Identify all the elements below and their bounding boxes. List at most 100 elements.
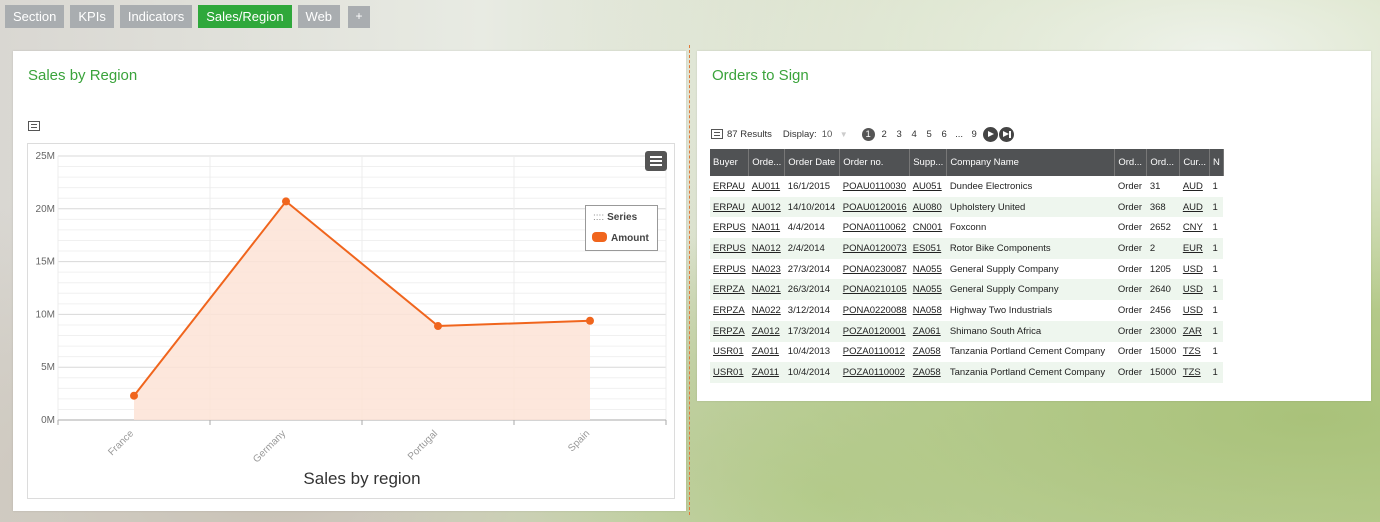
cell-link[interactable]: AUD — [1179, 196, 1210, 218]
table-cell: 15000 — [1149, 346, 1177, 358]
cell-link[interactable]: USD — [1180, 300, 1210, 321]
cell-link[interactable]: PONA0210105 — [839, 279, 910, 301]
tab-sales-region[interactable]: Sales/Region — [198, 5, 292, 28]
table-row[interactable]: ERPZA ZA012 17/3/2014 POZA0120001 ZA061 Shima… — [710, 320, 1224, 342]
table-cell: 27/3/2014 — [787, 263, 831, 275]
cell-link[interactable]: ZA011 — [749, 342, 785, 363]
column-header[interactable]: Company Name — [946, 149, 1116, 176]
toggle-view-icon[interactable] — [28, 121, 40, 131]
cell-link[interactable]: NA011 — [749, 217, 785, 238]
column-header[interactable]: Order Date — [784, 149, 841, 176]
column-header[interactable]: Orde... — [748, 149, 786, 176]
table-row[interactable]: USR01 ZA011 10/4/2013 POZA0110012 ZA058 Tanza… — [710, 342, 1223, 363]
page-link[interactable]: 3 — [892, 129, 907, 140]
tab-section[interactable]: Section — [5, 5, 65, 28]
page-link[interactable]: 1 — [861, 127, 875, 141]
pagination: 1 2 3 4 5 6... 9 — [861, 127, 982, 141]
cell-link[interactable]: AU012 — [748, 196, 785, 218]
data-point[interactable] — [282, 197, 290, 206]
cell-link[interactable]: USD — [1179, 279, 1210, 301]
cell-link[interactable]: PONA0220088 — [840, 300, 910, 321]
table-row[interactable]: ERPZA NA022 3/12/2014 PONA0220088 NA058 Highw… — [710, 300, 1223, 321]
table-row[interactable]: ERPUS NA023 27/3/2014 PONA0230087 NA055 Gener… — [710, 259, 1223, 280]
cell-link[interactable]: ZA011 — [748, 362, 785, 383]
data-point[interactable] — [130, 391, 138, 400]
column-header[interactable]: Cur... — [1179, 149, 1211, 176]
column-header[interactable]: Supp... — [909, 149, 948, 176]
data-point[interactable] — [434, 322, 442, 331]
tab-kpis[interactable]: KPIs — [70, 5, 114, 28]
cell-link[interactable]: AU011 — [749, 176, 785, 197]
cell-link[interactable]: CNY — [1180, 217, 1210, 238]
column-header[interactable]: Ord... — [1114, 149, 1148, 176]
cell-link[interactable]: TZS — [1179, 362, 1210, 383]
cell-link[interactable]: ERPUS — [710, 238, 749, 259]
cell-link[interactable]: POZA0120001 — [839, 320, 910, 342]
cell-link[interactable]: TZS — [1180, 342, 1210, 363]
data-point[interactable] — [586, 316, 594, 325]
cell-link[interactable]: PONA0110062 — [840, 217, 910, 238]
column-header[interactable]: Order no. — [839, 149, 911, 176]
cell-link[interactable]: USR01 — [710, 362, 749, 383]
cell-link[interactable]: ERPZA — [710, 300, 749, 321]
cell-link[interactable]: POZA0110002 — [839, 362, 910, 383]
add-tab-button[interactable]: + — [348, 6, 371, 28]
cell-link[interactable]: NA055 — [910, 259, 947, 280]
cell-link[interactable]: CN001 — [910, 217, 947, 238]
cell-link[interactable]: ERPUS — [710, 259, 749, 280]
table-row[interactable]: ERPUS NA012 2/4/2014 PONA0120073 ES051 Rotor … — [710, 238, 1224, 259]
column-header[interactable]: N — [1209, 149, 1224, 176]
next-page-icon[interactable] — [982, 126, 998, 142]
tab-indicators[interactable]: Indicators — [119, 5, 193, 28]
cell-link[interactable]: NA022 — [749, 300, 785, 321]
cell-link[interactable]: ERPAU — [710, 196, 749, 218]
chevron-down-icon[interactable]: ▼ — [840, 130, 848, 139]
cell-link[interactable]: NA021 — [748, 279, 785, 301]
last-page-icon[interactable] — [998, 126, 1014, 142]
cell-link[interactable]: ES051 — [909, 238, 947, 259]
table-row[interactable]: ERPAU AU012 14/10/2014 POAU0120016 AU080 Upho… — [710, 196, 1224, 218]
table-cell: Upholstery United — [946, 196, 1115, 218]
cell-link[interactable]: ERPZA — [710, 279, 749, 301]
cell-link[interactable]: PONA0120073 — [839, 238, 910, 259]
cell-link[interactable]: ZA061 — [909, 320, 947, 342]
list-view-icon[interactable] — [711, 129, 723, 139]
cell-link[interactable]: AUD — [1180, 176, 1210, 197]
table-row[interactable]: ERPZA NA021 26/3/2014 PONA0210105 NA055 Gener… — [710, 279, 1224, 301]
cell-link[interactable]: USR01 — [710, 342, 749, 363]
display-select[interactable]: 10 — [822, 129, 840, 140]
chart-menu-button[interactable] — [645, 151, 667, 171]
cell-link[interactable]: EUR — [1179, 238, 1210, 259]
cell-link[interactable]: AU051 — [910, 176, 947, 197]
cell-link[interactable]: AU080 — [909, 196, 947, 218]
cell-link[interactable]: ZA058 — [910, 342, 947, 363]
cell-link[interactable]: ZA012 — [748, 320, 785, 342]
cell-link[interactable]: ERPZA — [710, 320, 749, 342]
cell-link[interactable]: POZA0110012 — [840, 342, 910, 363]
cell-link[interactable]: ZA058 — [909, 362, 947, 383]
cell-link[interactable]: PONA0230087 — [840, 259, 910, 280]
cell-link[interactable]: ERPAU — [710, 176, 749, 197]
table-row[interactable]: ERPAU AU011 16/1/2015 POAU0110030 AU051 Dunde… — [710, 176, 1223, 197]
cell-link[interactable]: USD — [1180, 259, 1210, 280]
cell-link[interactable]: ZAR — [1179, 320, 1210, 342]
column-header[interactable]: Buyer — [710, 149, 750, 176]
page-link[interactable]: 6 — [937, 129, 952, 140]
tab-web[interactable]: Web — [297, 5, 341, 28]
table-row[interactable]: USR01 ZA011 10/4/2014 POZA0110002 ZA058 Tanza… — [710, 362, 1224, 383]
cell-link[interactable]: NA058 — [910, 300, 947, 321]
cell-link[interactable]: POAU0120016 — [839, 196, 910, 218]
cell-link[interactable]: NA055 — [909, 279, 947, 301]
page-link[interactable]: 5 — [922, 129, 937, 140]
page-link[interactable]: 9 — [967, 129, 982, 140]
table-row[interactable]: ERPUS NA011 4/4/2014 PONA0110062 CN001 Foxcon… — [710, 217, 1223, 238]
legend-entry-amount[interactable]: Amount — [611, 233, 649, 244]
x-tick-label: France — [106, 428, 136, 458]
cell-link[interactable]: ERPUS — [710, 217, 749, 238]
cell-link[interactable]: NA012 — [748, 238, 785, 259]
column-header[interactable]: Ord... — [1146, 149, 1181, 176]
page-link[interactable]: 4 — [907, 129, 922, 140]
cell-link[interactable]: NA023 — [749, 259, 785, 280]
cell-link[interactable]: POAU0110030 — [840, 176, 910, 197]
page-link[interactable]: 2 — [877, 129, 892, 140]
